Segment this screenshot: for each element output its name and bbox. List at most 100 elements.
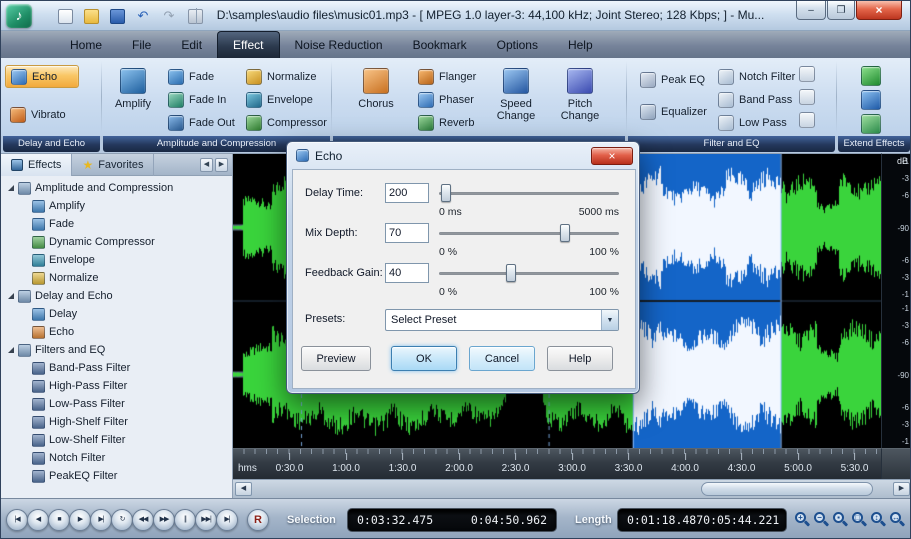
zoom-all-button[interactable]: □ bbox=[850, 511, 869, 530]
zoom-selection-button[interactable]: ▪ bbox=[831, 511, 850, 530]
panel-scroll-left-button[interactable]: ◀ bbox=[200, 158, 213, 172]
horizontal-scrollbar[interactable]: ◀ ▶ bbox=[233, 479, 910, 498]
feedback-gain-thumb[interactable] bbox=[506, 264, 516, 282]
zoom-vertical-in-button[interactable]: ↕ bbox=[869, 511, 888, 530]
notch-filter-option-button[interactable] bbox=[799, 66, 815, 82]
panel-tab[interactable]: Favorites bbox=[72, 154, 155, 176]
ribbon-tab[interactable]: Help bbox=[553, 31, 608, 58]
tree-item[interactable]: Fade bbox=[1, 215, 232, 233]
zoom-out-button[interactable]: − bbox=[812, 511, 831, 530]
scroll-left-button[interactable]: ◀ bbox=[235, 482, 252, 496]
panel-scroll-right-button[interactable]: ▶ bbox=[215, 158, 228, 172]
presets-select[interactable]: Select Preset ▼ bbox=[385, 309, 619, 331]
envelope-button[interactable]: Envelope bbox=[241, 88, 318, 111]
pause-button[interactable]: || bbox=[174, 509, 196, 531]
tree-item[interactable]: Band-Pass Filter bbox=[1, 359, 232, 377]
play-selection-button[interactable]: ▶▶| bbox=[195, 509, 217, 531]
scroll-right-button[interactable]: ▶ bbox=[893, 482, 910, 496]
open-file-button[interactable] bbox=[81, 6, 101, 26]
tree-item[interactable]: Delay and Echo bbox=[1, 287, 232, 305]
skip-end-button[interactable]: ▶| bbox=[216, 509, 238, 531]
record-button[interactable]: R bbox=[247, 509, 269, 531]
delay-time-input[interactable] bbox=[385, 183, 429, 203]
step-forward-button[interactable]: ▶| bbox=[90, 509, 112, 531]
tree-item[interactable]: Filters and EQ bbox=[1, 341, 232, 359]
low-pass-option-button[interactable] bbox=[799, 112, 815, 128]
time-ruler[interactable]: hms 0:30.0 1:00.0 1:30.0 2:00.0 2:30.0 3:00.0… bbox=[233, 448, 881, 479]
tree-item[interactable]: PeakEQ Filter bbox=[1, 467, 232, 485]
mix-depth-slider[interactable] bbox=[439, 223, 619, 243]
pitch-change-button[interactable]: Pitch Change bbox=[549, 62, 611, 130]
save-button[interactable] bbox=[107, 6, 127, 26]
tree-item[interactable]: Normalize bbox=[1, 269, 232, 287]
vibrato-button[interactable]: Vibrato bbox=[5, 103, 79, 126]
zoom-vertical-out-button[interactable]: ↔ bbox=[888, 511, 907, 530]
help-button[interactable]: Help bbox=[547, 346, 613, 371]
scrollbar-thumb[interactable] bbox=[701, 482, 873, 496]
ribbon-tab[interactable]: Edit bbox=[166, 31, 217, 58]
tree-item[interactable]: High-Pass Filter bbox=[1, 377, 232, 395]
zoom-in-button[interactable]: + bbox=[793, 511, 812, 530]
feedback-gain-input[interactable] bbox=[385, 263, 429, 283]
tree-item[interactable]: Notch Filter bbox=[1, 449, 232, 467]
preview-button[interactable]: Preview bbox=[301, 346, 371, 371]
extend-effect-3-button[interactable] bbox=[861, 112, 881, 135]
fade-button[interactable]: Fade bbox=[163, 65, 219, 88]
fade-out-button[interactable]: Fade Out bbox=[163, 111, 240, 134]
stop-button[interactable]: ■ bbox=[48, 509, 70, 531]
peak-eq-button[interactable]: Peak EQ bbox=[635, 68, 710, 91]
mix-depth-input[interactable] bbox=[385, 223, 429, 243]
close-button[interactable]: × bbox=[856, 1, 902, 20]
phaser-button[interactable]: Phaser bbox=[413, 88, 479, 111]
ribbon-tab[interactable]: Options bbox=[482, 31, 553, 58]
loop-button[interactable]: ↻ bbox=[111, 509, 133, 531]
ok-button[interactable]: OK bbox=[391, 346, 457, 371]
low-pass-button[interactable]: Low Pass bbox=[713, 111, 792, 134]
redo-button[interactable]: ↷ bbox=[159, 6, 179, 26]
maximize-button[interactable]: ❐ bbox=[827, 1, 855, 20]
panel-tab[interactable]: Effects bbox=[1, 154, 73, 176]
expand-arrow-icon[interactable] bbox=[8, 185, 14, 191]
expand-arrow-icon[interactable] bbox=[8, 347, 14, 353]
speed-change-button[interactable]: Speed Change bbox=[487, 62, 545, 130]
print-button[interactable] bbox=[185, 6, 205, 26]
extend-effect-2-button[interactable] bbox=[861, 88, 881, 111]
feedback-gain-slider[interactable] bbox=[439, 263, 619, 283]
reverb-button[interactable]: Reverb bbox=[413, 111, 479, 134]
ribbon-tab[interactable]: File bbox=[117, 31, 166, 58]
band-pass-option-button[interactable] bbox=[799, 89, 815, 105]
tree-item[interactable]: Amplitude and Compression bbox=[1, 179, 232, 197]
ribbon-tab[interactable]: Noise Reduction bbox=[280, 31, 398, 58]
tree-item[interactable]: Dynamic Compressor bbox=[1, 233, 232, 251]
tree-item[interactable]: Low-Shelf Filter bbox=[1, 431, 232, 449]
title-bar[interactable]: ♪ ↶ ↷ D:\samples\audio files\music01.mp3… bbox=[1, 1, 910, 31]
tree-item[interactable]: Amplify bbox=[1, 197, 232, 215]
minimize-button[interactable]: – bbox=[796, 1, 826, 20]
new-file-button[interactable] bbox=[55, 6, 75, 26]
fade-in-button[interactable]: Fade In bbox=[163, 88, 231, 111]
dialog-close-button[interactable]: × bbox=[591, 147, 633, 165]
band-pass-button[interactable]: Band Pass bbox=[713, 88, 797, 111]
tree-item[interactable]: Envelope bbox=[1, 251, 232, 269]
extend-effect-1-button[interactable] bbox=[861, 64, 881, 87]
undo-button[interactable]: ↶ bbox=[133, 6, 153, 26]
tree-item[interactable]: Echo bbox=[1, 323, 232, 341]
delay-time-thumb[interactable] bbox=[441, 184, 452, 202]
ribbon-tab[interactable]: Home bbox=[55, 31, 117, 58]
tree-item[interactable]: Low-Pass Filter bbox=[1, 395, 232, 413]
equalizer-button[interactable]: Equalizer bbox=[635, 100, 712, 123]
chorus-button[interactable]: Chorus bbox=[345, 62, 407, 130]
tree-item[interactable]: Delay bbox=[1, 305, 232, 323]
cancel-button[interactable]: Cancel bbox=[469, 346, 535, 371]
dialog-title-bar[interactable]: Echo bbox=[287, 142, 639, 169]
amplify-button[interactable]: Amplify bbox=[107, 62, 159, 130]
mix-depth-thumb[interactable] bbox=[560, 224, 570, 242]
notch-filter-button[interactable]: Notch Filter bbox=[713, 65, 800, 88]
skip-start-button[interactable]: |◀ bbox=[6, 509, 28, 531]
step-back-button[interactable]: ◀ bbox=[27, 509, 49, 531]
ribbon-tab[interactable]: Bookmark bbox=[398, 31, 482, 58]
rewind-button[interactable]: ◀◀ bbox=[132, 509, 154, 531]
normalize-button[interactable]: Normalize bbox=[241, 65, 322, 88]
fast-forward-button[interactable]: ▶▶ bbox=[153, 509, 175, 531]
ribbon-tab[interactable]: Effect bbox=[217, 31, 280, 58]
